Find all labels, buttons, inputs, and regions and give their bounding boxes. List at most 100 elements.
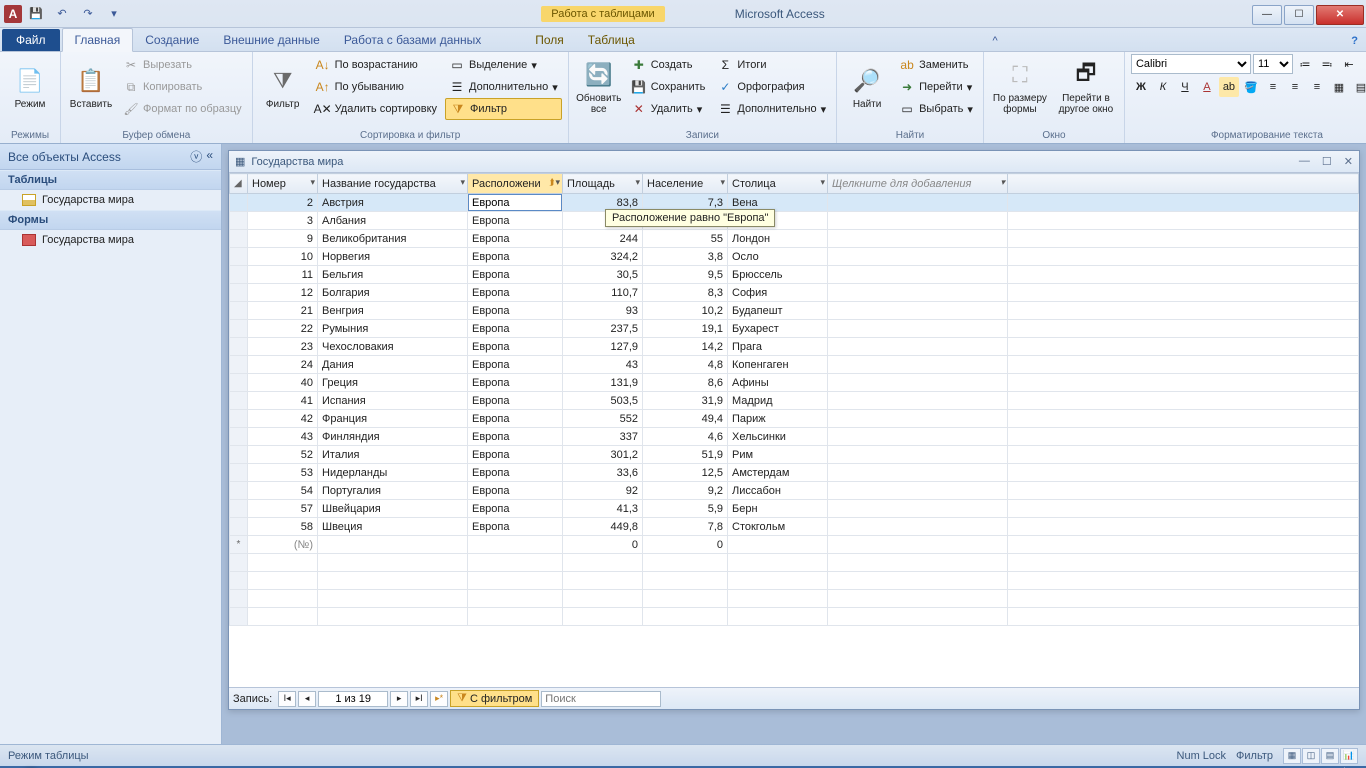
sort-asc-button[interactable]: A↓По возрастанию — [311, 54, 441, 76]
cell-area[interactable]: 33,6 — [563, 464, 643, 482]
cell-name[interactable]: Албания — [318, 212, 468, 230]
cell-area[interactable]: 244 — [563, 230, 643, 248]
cell-add[interactable] — [828, 284, 1008, 302]
cell-area[interactable]: 503,5 — [563, 392, 643, 410]
cell-add[interactable] — [828, 356, 1008, 374]
cell-area[interactable]: 92 — [563, 482, 643, 500]
cell-number[interactable]: 57 — [248, 500, 318, 518]
cell-name[interactable]: Австрия — [318, 194, 468, 212]
cell-capital[interactable]: Хельсинки — [728, 428, 828, 446]
cell-area[interactable]: 93 — [563, 302, 643, 320]
bullets-button[interactable]: ≔ — [1295, 54, 1315, 74]
cell-location[interactable] — [468, 194, 563, 212]
nav-pane-header[interactable]: Все объекты Access ⓥ « — [0, 144, 221, 170]
row-selector[interactable] — [230, 500, 248, 518]
database-tools-tab[interactable]: Работа с базами данных — [332, 29, 493, 51]
create-tab[interactable]: Создание — [133, 29, 211, 51]
align-right-button[interactable]: ≡ — [1307, 77, 1327, 97]
maximize-button[interactable]: ☐ — [1284, 5, 1314, 25]
cell-population[interactable]: 9,2 — [643, 482, 728, 500]
cell-add[interactable] — [828, 518, 1008, 536]
cell-number[interactable]: 24 — [248, 356, 318, 374]
table-row[interactable]: 3АлбанияЕвропа1,9Тирана — [230, 212, 1359, 230]
indent-right-button[interactable]: ⇥ — [1361, 54, 1366, 74]
totals-button[interactable]: ΣИтоги — [713, 54, 830, 76]
cell-number[interactable]: 42 — [248, 410, 318, 428]
prev-record-button[interactable]: ◂ — [298, 691, 316, 707]
row-selector[interactable] — [230, 302, 248, 320]
first-record-button[interactable]: I◂ — [278, 691, 296, 707]
table-row[interactable]: 41ИспанияЕвропа503,531,9Мадрид — [230, 392, 1359, 410]
cell-number[interactable]: 40 — [248, 374, 318, 392]
font-family-select[interactable]: Calibri — [1131, 54, 1251, 74]
cell-add[interactable] — [828, 536, 1008, 554]
child-minimize-icon[interactable]: — — [1299, 155, 1310, 168]
filter-button[interactable]: ⧩ Фильтр — [259, 54, 307, 120]
cell-population[interactable]: 0 — [643, 536, 728, 554]
cell-name[interactable]: Греция — [318, 374, 468, 392]
cell-capital[interactable]: Стокгольм — [728, 518, 828, 536]
new-record-button[interactable]: ✚Создать — [627, 54, 710, 76]
cell-number[interactable]: 22 — [248, 320, 318, 338]
clear-sort-button[interactable]: A✕Удалить сортировку — [311, 98, 441, 120]
cell-add[interactable] — [828, 410, 1008, 428]
nav-group-tables[interactable]: Таблицы — [0, 170, 221, 190]
row-selector[interactable] — [230, 266, 248, 284]
child-close-icon[interactable]: ✕ — [1344, 155, 1353, 168]
table-row[interactable]: 58ШвецияЕвропа449,87,8Стокгольм — [230, 518, 1359, 536]
cell-location[interactable]: Европа — [468, 284, 563, 302]
find-button[interactable]: 🔎 Найти — [843, 54, 891, 120]
row-selector[interactable] — [230, 428, 248, 446]
row-selector[interactable] — [230, 212, 248, 230]
help-icon[interactable]: ? — [1343, 31, 1366, 51]
new-record-row[interactable]: *(№)00 — [230, 536, 1359, 554]
copy-button[interactable]: ⧉Копировать — [119, 76, 246, 98]
search-toggle-icon[interactable]: ⓥ — [190, 148, 202, 165]
cell-number[interactable]: 21 — [248, 302, 318, 320]
cell-name[interactable]: Португалия — [318, 482, 468, 500]
cell-add[interactable] — [828, 392, 1008, 410]
chevron-down-icon[interactable]: ▾ — [460, 177, 465, 188]
pivot-view-shortcut[interactable]: ▤ — [1321, 748, 1339, 764]
cell-population[interactable]: 12,5 — [643, 464, 728, 482]
cell-name[interactable]: Нидерланды — [318, 464, 468, 482]
cell-name[interactable]: Бельгия — [318, 266, 468, 284]
cell-area[interactable]: 301,2 — [563, 446, 643, 464]
cell-add[interactable] — [828, 446, 1008, 464]
row-selector[interactable] — [230, 248, 248, 266]
cell-location[interactable]: Европа — [468, 464, 563, 482]
fit-form-button[interactable]: ⛶ По размеру формы — [990, 54, 1050, 120]
cell-population[interactable]: 14,2 — [643, 338, 728, 356]
cell-number[interactable]: 43 — [248, 428, 318, 446]
cell-number[interactable]: 9 — [248, 230, 318, 248]
alt-row-color-button[interactable]: ▤ — [1351, 77, 1366, 97]
cell-location[interactable]: Европа — [468, 230, 563, 248]
cell-capital[interactable] — [728, 536, 828, 554]
redo-icon[interactable]: ↷ — [76, 3, 100, 25]
cell-name[interactable]: Италия — [318, 446, 468, 464]
cut-button[interactable]: ✂Вырезать — [119, 54, 246, 76]
filter-chevron-icon[interactable]: ▾ — [549, 177, 560, 188]
cell-location[interactable]: Европа — [468, 338, 563, 356]
col-capital[interactable]: Столица▾ — [728, 174, 828, 194]
toggle-filter-button[interactable]: ⧩Фильтр — [445, 98, 562, 120]
col-location[interactable]: Расположени▾ — [468, 174, 563, 194]
paste-button[interactable]: 📋 Вставить — [67, 54, 115, 120]
cell-name[interactable]: Финляндия — [318, 428, 468, 446]
underline-button[interactable]: Ч — [1175, 77, 1195, 97]
home-tab[interactable]: Главная — [62, 28, 134, 52]
cell-add[interactable] — [828, 302, 1008, 320]
format-painter-button[interactable]: 🖌Формат по образцу — [119, 98, 246, 120]
cell-name[interactable]: Чехословакия — [318, 338, 468, 356]
cell-edit-input[interactable] — [468, 194, 562, 211]
row-selector[interactable] — [230, 194, 248, 212]
row-selector[interactable] — [230, 464, 248, 482]
cell-add[interactable] — [828, 230, 1008, 248]
cell-add[interactable] — [828, 428, 1008, 446]
row-selector[interactable] — [230, 284, 248, 302]
qat-customize-icon[interactable]: ▾ — [102, 3, 126, 25]
highlight-button[interactable]: ab — [1219, 77, 1239, 97]
design-view-shortcut[interactable]: ◫ — [1302, 748, 1320, 764]
nav-item-form[interactable]: Государства мира — [0, 230, 221, 250]
cell-location[interactable]: Европа — [468, 428, 563, 446]
